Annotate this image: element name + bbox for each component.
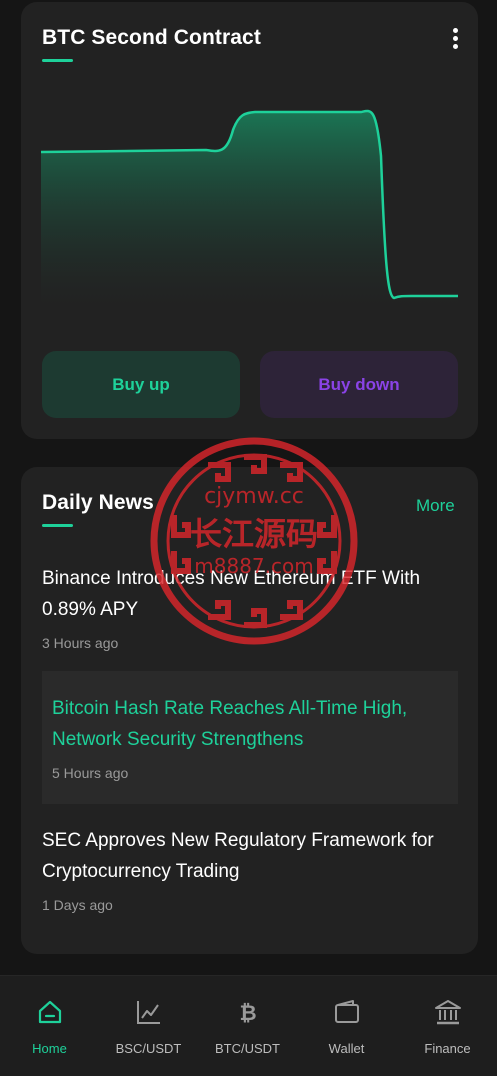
news-headline: SEC Approves New Regulatory Framework fo… (42, 830, 434, 882)
price-chart (41, 109, 458, 308)
watermark-stamp: cjymw.cc 长江源码 m8887.com (150, 437, 358, 645)
bitcoin-icon: ₿ (239, 1001, 256, 1025)
svg-text:cjymw.cc: cjymw.cc (204, 484, 304, 509)
tab-finance[interactable]: Finance (398, 976, 497, 1076)
news-item[interactable]: SEC Approves New Regulatory Framework fo… (42, 825, 458, 913)
tab-label: Finance (424, 1041, 471, 1056)
buy-down-button[interactable]: Buy down (260, 351, 458, 418)
bottom-tab-bar: Home BSC/USDT ₿ BTC/USDT Wallet Finance (0, 975, 497, 1076)
contract-title: BTC Second Contract (42, 26, 261, 49)
more-link[interactable]: More (416, 496, 455, 516)
buy-up-button[interactable]: Buy up (42, 351, 240, 418)
news-item[interactable]: Bitcoin Hash Rate Reaches All-Time High,… (42, 671, 458, 804)
tab-wallet[interactable]: Wallet (297, 976, 396, 1076)
tab-label: BSC/USDT (115, 1041, 182, 1056)
tab-label: Wallet (328, 1041, 365, 1056)
news-time: 5 Hours ago (52, 765, 129, 781)
tab-label: Home (32, 1041, 67, 1056)
news-time: 1 Days ago (42, 897, 113, 913)
price-area (41, 110, 458, 308)
tab-label: BTC/USDT (215, 1041, 280, 1056)
title-underline (42, 59, 73, 62)
line-chart-icon (137, 1001, 160, 1024)
news-headline: Bitcoin Hash Rate Reaches All-Time High,… (52, 698, 408, 750)
svg-text:m8887.com: m8887.com (194, 554, 313, 578)
home-icon (38, 1000, 62, 1024)
more-vertical-icon[interactable] (449, 28, 461, 50)
tab-bsc-usdt[interactable]: BSC/USDT (99, 976, 198, 1076)
svg-text:₿: ₿ (239, 1001, 256, 1025)
bank-icon (435, 1000, 461, 1025)
tab-btc-usdt[interactable]: ₿ BTC/USDT (198, 976, 297, 1076)
title-underline (42, 524, 73, 527)
news-title: Daily News (42, 491, 154, 514)
wallet-icon (335, 1000, 359, 1023)
contract-card: BTC Second Contract Buy up Buy down (21, 2, 478, 439)
tab-home[interactable]: Home (0, 976, 99, 1076)
svg-text:长江源码: 长江源码 (190, 515, 318, 553)
